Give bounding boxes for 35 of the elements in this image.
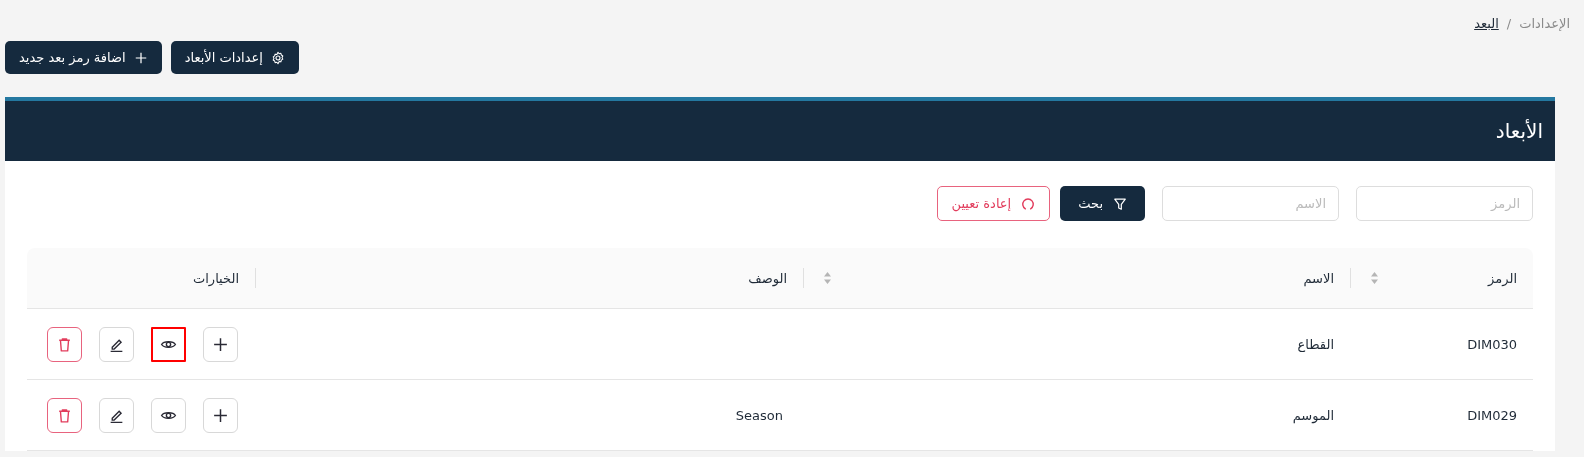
add-button[interactable] <box>203 326 238 362</box>
trash-icon <box>56 335 73 353</box>
plus-icon <box>212 335 229 353</box>
sort-icon[interactable] <box>1370 271 1379 285</box>
table-cell: Season <box>735 407 783 423</box>
sort-icon[interactable] <box>823 271 832 285</box>
settings-icon <box>270 50 285 65</box>
search-button[interactable]: بحث <box>1060 186 1145 221</box>
column-header: الوصف <box>748 270 787 286</box>
panel-title: الأبعاد <box>1495 119 1543 143</box>
edit-button[interactable] <box>99 397 134 433</box>
trash-icon <box>56 406 73 424</box>
breadcrumb-separator: / <box>1506 16 1512 33</box>
view-button[interactable] <box>151 326 186 362</box>
column-header: الخيارات <box>193 270 239 286</box>
filter-icon <box>1113 196 1127 211</box>
column-header: الرمز <box>1488 270 1517 286</box>
add-button[interactable]: اضافة رمز بعد جديد <box>5 41 162 74</box>
edit-button[interactable] <box>99 326 134 362</box>
settings-button[interactable]: إعدادات الأبعاد <box>170 41 299 74</box>
add-button[interactable] <box>203 397 238 433</box>
delete-button[interactable] <box>47 397 82 433</box>
breadcrumb-item[interactable]: البعد <box>1474 16 1499 36</box>
input-field[interactable]: الاسم <box>1162 186 1339 221</box>
table-cell: القطاع <box>1297 336 1334 352</box>
plus-icon <box>133 50 148 65</box>
column-header: الاسم <box>1303 270 1334 286</box>
table-cell: الموسم <box>1292 407 1334 423</box>
reset-icon <box>1021 196 1036 211</box>
reset-button[interactable]: إعادة تعيين <box>936 186 1051 221</box>
table-cell: DIM030 <box>1467 336 1517 352</box>
delete-button[interactable] <box>47 326 82 362</box>
input-field[interactable]: الرمز <box>1356 186 1533 221</box>
table-cell: DIM029 <box>1467 407 1517 423</box>
plus-icon <box>212 406 229 424</box>
